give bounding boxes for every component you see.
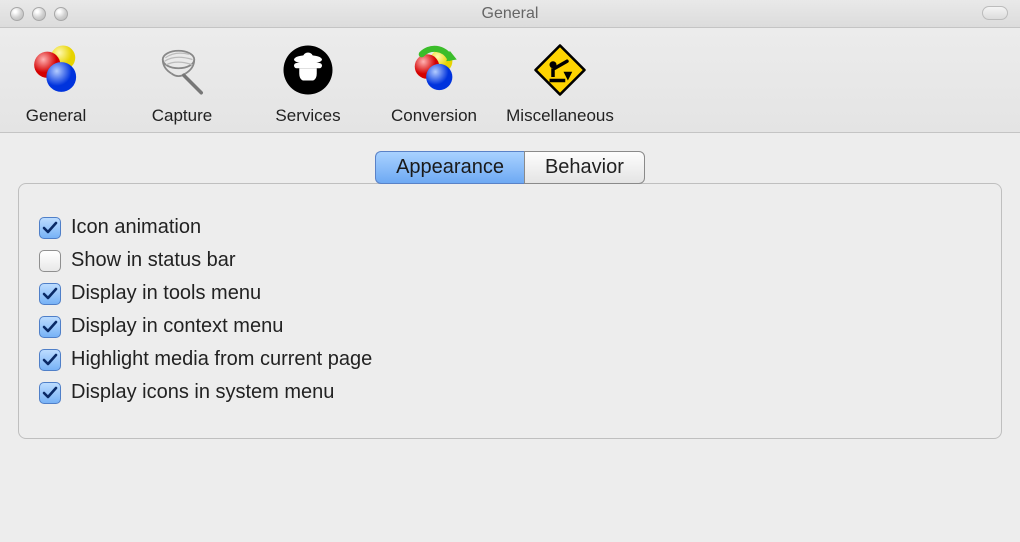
option-show-status-bar[interactable]: Show in status bar xyxy=(39,249,981,272)
option-icon-animation[interactable]: Icon animation xyxy=(39,216,981,239)
tab-behavior[interactable]: Behavior xyxy=(524,151,645,184)
services-icon xyxy=(276,38,340,102)
toolbar-item-label: Capture xyxy=(152,106,212,126)
option-tools-menu[interactable]: Display in tools menu xyxy=(39,282,981,305)
toolbar-item-services[interactable]: Services xyxy=(260,38,356,126)
toolbar-item-label: Miscellaneous xyxy=(506,106,614,126)
toolbar-item-label: General xyxy=(26,106,86,126)
option-label: Highlight media from current page xyxy=(71,348,372,371)
option-system-menu[interactable]: Display icons in system menu xyxy=(39,381,981,404)
option-label: Display in tools menu xyxy=(71,282,261,305)
checkbox[interactable] xyxy=(39,316,61,338)
minimize-window-button[interactable] xyxy=(32,7,46,21)
options-panel: Icon animation Show in status bar Displa… xyxy=(18,183,1002,439)
checkbox[interactable] xyxy=(39,382,61,404)
tab-bar: Appearance Behavior xyxy=(0,151,1020,184)
toolbar-item-label: Services xyxy=(275,106,340,126)
toolbar-item-label: Conversion xyxy=(391,106,477,126)
option-highlight-media[interactable]: Highlight media from current page xyxy=(39,348,981,371)
capture-icon xyxy=(150,38,214,102)
toolbar-item-general[interactable]: General xyxy=(8,38,104,126)
toolbar-item-miscellaneous[interactable]: Miscellaneous xyxy=(512,38,608,126)
window-controls xyxy=(10,7,68,21)
window-title: General xyxy=(0,5,1020,23)
titlebar: General xyxy=(0,0,1020,28)
tab-appearance[interactable]: Appearance xyxy=(375,151,524,184)
option-context-menu[interactable]: Display in context menu xyxy=(39,315,981,338)
checkbox[interactable] xyxy=(39,217,61,239)
miscellaneous-icon xyxy=(528,38,592,102)
zoom-window-button[interactable] xyxy=(54,7,68,21)
toolbar-toggle-button[interactable] xyxy=(982,6,1008,20)
checkbox[interactable] xyxy=(39,283,61,305)
option-label: Display in context menu xyxy=(71,315,283,338)
toolbar-item-conversion[interactable]: Conversion xyxy=(386,38,482,126)
preferences-toolbar: General Capture Services xyxy=(0,28,1020,133)
option-label: Icon animation xyxy=(71,216,201,239)
toolbar-item-capture[interactable]: Capture xyxy=(134,38,230,126)
general-icon xyxy=(24,38,88,102)
conversion-icon xyxy=(402,38,466,102)
close-window-button[interactable] xyxy=(10,7,24,21)
checkbox[interactable] xyxy=(39,349,61,371)
option-label: Show in status bar xyxy=(71,249,236,272)
checkbox[interactable] xyxy=(39,250,61,272)
option-label: Display icons in system menu xyxy=(71,381,334,404)
